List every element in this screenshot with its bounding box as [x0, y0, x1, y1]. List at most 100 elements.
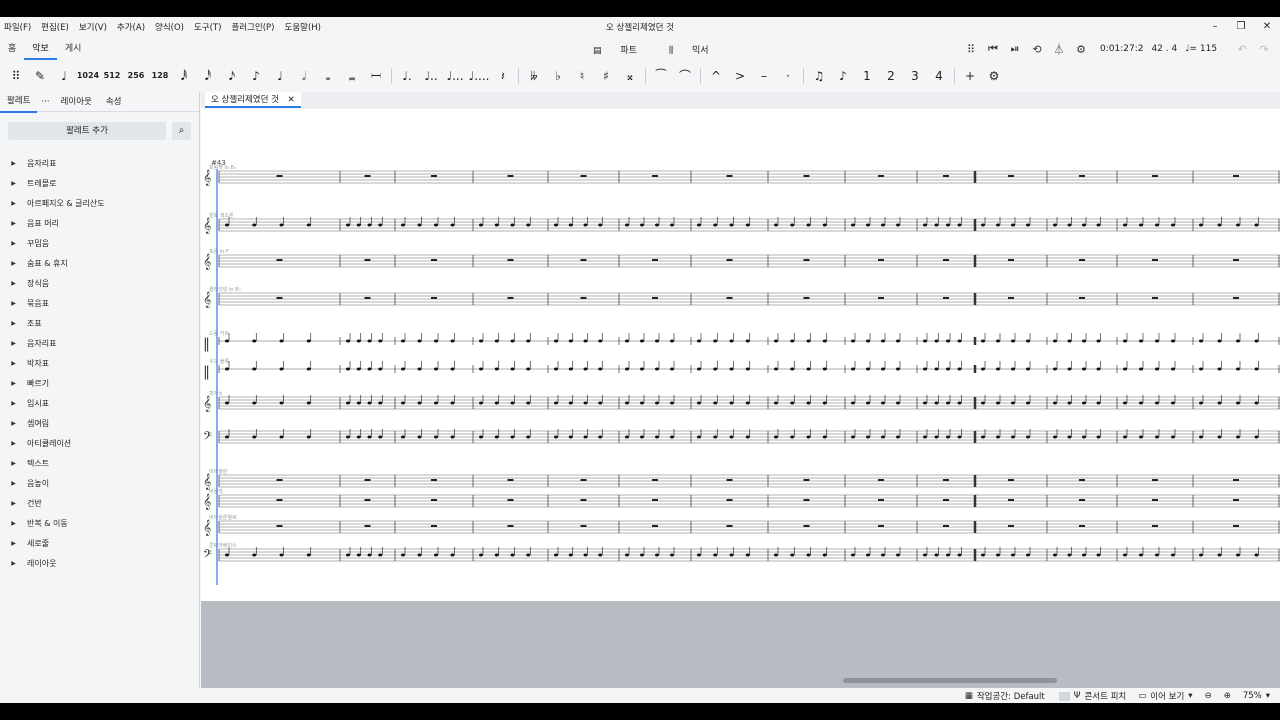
menu-add[interactable]: 추가(A): [117, 21, 145, 33]
palette-item[interactable]: ▶ 아르페지오 & 글리산도: [0, 193, 200, 213]
tab-home[interactable]: 홈: [0, 38, 24, 60]
palette-item[interactable]: ▶ 장식음: [0, 273, 200, 293]
dot-icon[interactable]: ♩.: [395, 65, 419, 87]
minimize-button[interactable]: –: [1202, 17, 1228, 37]
duration-whole-button[interactable]: 𝅝: [316, 65, 340, 87]
horizontal-scrollbar[interactable]: [843, 678, 1057, 683]
menu-file[interactable]: 파일(F): [4, 21, 31, 33]
chevron-right-icon[interactable]: ▶: [0, 540, 27, 547]
chevron-right-icon[interactable]: ▶: [0, 220, 27, 227]
duration-256-button[interactable]: 256: [124, 65, 148, 87]
zoom-in-icon[interactable]: ⊕: [1224, 691, 1231, 701]
triple-dot-icon[interactable]: ♩...: [443, 65, 467, 87]
voice-1-icon[interactable]: 1: [855, 65, 879, 87]
gear-icon[interactable]: ⚙: [1070, 43, 1092, 56]
chevron-right-icon[interactable]: ▶: [0, 180, 27, 187]
plus-icon[interactable]: +: [958, 65, 982, 87]
palette-item[interactable]: ▶ 꾸밈음: [0, 233, 200, 253]
duration-32nd-button[interactable]: 𝅘𝅥𝅰: [196, 65, 220, 87]
view-mode-selector[interactable]: 이어 보기: [1150, 690, 1184, 702]
palette-item[interactable]: ▶ 임시표: [0, 393, 200, 413]
palette-item[interactable]: ▶ 음높이: [0, 473, 200, 493]
chevron-right-icon[interactable]: ▶: [0, 300, 27, 307]
voice-3-icon[interactable]: 3: [903, 65, 927, 87]
quadruple-dot-icon[interactable]: ♩....: [467, 65, 491, 87]
palette-item[interactable]: ▶ 박자표: [0, 353, 200, 373]
duration-eighth-button[interactable]: ♪: [244, 65, 268, 87]
maximize-button[interactable]: ❐: [1228, 17, 1254, 37]
loop-icon[interactable]: ⟲: [1026, 43, 1048, 56]
marcato-icon[interactable]: ^: [704, 65, 728, 87]
pencil-icon[interactable]: ✎: [28, 65, 52, 87]
score-canvas[interactable]: #43 𝄞 트럼펫 in B♭ 𝄞 알토 색소폰 𝄞 호른 in F 𝄞 클라리넷 in B♭ ‖…: [201, 109, 1280, 601]
menu-edit[interactable]: 편집(E): [41, 21, 69, 33]
parts-button[interactable]: ▤ 파트: [593, 43, 653, 56]
zoom-level[interactable]: 75%: [1243, 691, 1262, 701]
chevron-right-icon[interactable]: ▶: [0, 280, 27, 287]
duration-breve-button[interactable]: 𝅜: [340, 65, 364, 87]
drag-handle-icon[interactable]: ⠿: [4, 65, 28, 87]
palette-item[interactable]: ▶ 텍스트: [0, 453, 200, 473]
duration-longa-button[interactable]: 𝄩: [364, 65, 388, 87]
palette-item[interactable]: ▶ 셈여림: [0, 413, 200, 433]
mixer-button[interactable]: ⫼ 믹서: [669, 43, 725, 56]
voice-2-icon[interactable]: 2: [879, 65, 903, 87]
tenuto-icon[interactable]: –: [752, 65, 776, 87]
palette-item[interactable]: ▶ 조표: [0, 313, 200, 333]
close-button[interactable]: ✕: [1254, 17, 1280, 37]
tab-score[interactable]: 악보: [24, 38, 57, 60]
chevron-right-icon[interactable]: ▶: [0, 400, 27, 407]
menu-format[interactable]: 양식(O): [155, 21, 184, 33]
voice-4-icon[interactable]: 4: [927, 65, 951, 87]
chevron-right-icon[interactable]: ▶: [0, 240, 27, 247]
chevron-down-icon[interactable]: ▾: [1188, 691, 1192, 701]
flat-icon[interactable]: ♭: [546, 65, 570, 87]
tab-palettes[interactable]: 팔레트: [0, 91, 38, 113]
drag-handle-icon[interactable]: ⠿: [960, 43, 982, 56]
panel-menu-icon[interactable]: ···: [37, 92, 53, 112]
duration-512-button[interactable]: 512: [100, 65, 124, 87]
gear-icon[interactable]: ⚙: [982, 65, 1006, 87]
palette-item[interactable]: ▶ 음자리표: [0, 333, 200, 353]
duration-64th-button[interactable]: 𝅘𝅥𝅱: [172, 65, 196, 87]
slur-icon[interactable]: ⌒: [673, 65, 697, 87]
duration-1024-button[interactable]: 1024: [76, 65, 100, 87]
natural-icon[interactable]: ♮: [570, 65, 594, 87]
menu-plugins[interactable]: 플러그인(P): [231, 21, 274, 33]
menu-view[interactable]: 보기(V): [79, 21, 107, 33]
palette-item[interactable]: ▶ 음자리표: [0, 153, 200, 173]
chevron-right-icon[interactable]: ▶: [0, 380, 27, 387]
undo-icon[interactable]: ↶: [1231, 43, 1253, 56]
chevron-right-icon[interactable]: ▶: [0, 500, 27, 507]
flip-direction-icon[interactable]: ♪: [831, 65, 855, 87]
palette-item[interactable]: ▶ 빠르기: [0, 373, 200, 393]
palette-item[interactable]: ▶ 묶음표: [0, 293, 200, 313]
menu-help[interactable]: 도움말(H): [285, 21, 321, 33]
sharp-icon[interactable]: ♯: [594, 65, 618, 87]
workspace-selector[interactable]: 작업공간: Default: [977, 690, 1045, 702]
chevron-right-icon[interactable]: ▶: [0, 200, 27, 207]
chevron-right-icon[interactable]: ▶: [0, 360, 27, 367]
duration-128-button[interactable]: 128: [148, 65, 172, 87]
palette-item[interactable]: ▶ 트레몰로: [0, 173, 200, 193]
chevron-right-icon[interactable]: ▶: [0, 260, 27, 267]
tuplet-icon[interactable]: ♫: [807, 65, 831, 87]
score-notation[interactable]: #43𝄞트럼펫 in B♭𝄞알토 색소폰𝄞호른 in F𝄞클라리넷 in B♭‖…: [201, 109, 1280, 601]
tab-properties[interactable]: 속성: [99, 92, 129, 112]
double-sharp-icon[interactable]: 𝄪: [618, 65, 642, 87]
concert-pitch-toggle[interactable]: [1058, 691, 1070, 701]
rest-icon[interactable]: 𝄽: [491, 65, 515, 87]
close-icon[interactable]: ✕: [288, 95, 295, 105]
search-icon[interactable]: ⌕: [172, 122, 191, 140]
chevron-right-icon[interactable]: ▶: [0, 520, 27, 527]
palette-item[interactable]: ▶ 레이아웃: [0, 553, 200, 573]
palette-item[interactable]: ▶ 세로줄: [0, 533, 200, 553]
chevron-right-icon[interactable]: ▶: [0, 440, 27, 447]
chevron-right-icon[interactable]: ▶: [0, 460, 27, 467]
palette-item[interactable]: ▶ 숨표 & 휴지: [0, 253, 200, 273]
redo-icon[interactable]: ↷: [1253, 43, 1275, 56]
accent-icon[interactable]: >: [728, 65, 752, 87]
duration-quarter-button[interactable]: ♩: [268, 65, 292, 87]
chevron-right-icon[interactable]: ▶: [0, 160, 27, 167]
palette-item[interactable]: ▶ 아티큘레이션: [0, 433, 200, 453]
